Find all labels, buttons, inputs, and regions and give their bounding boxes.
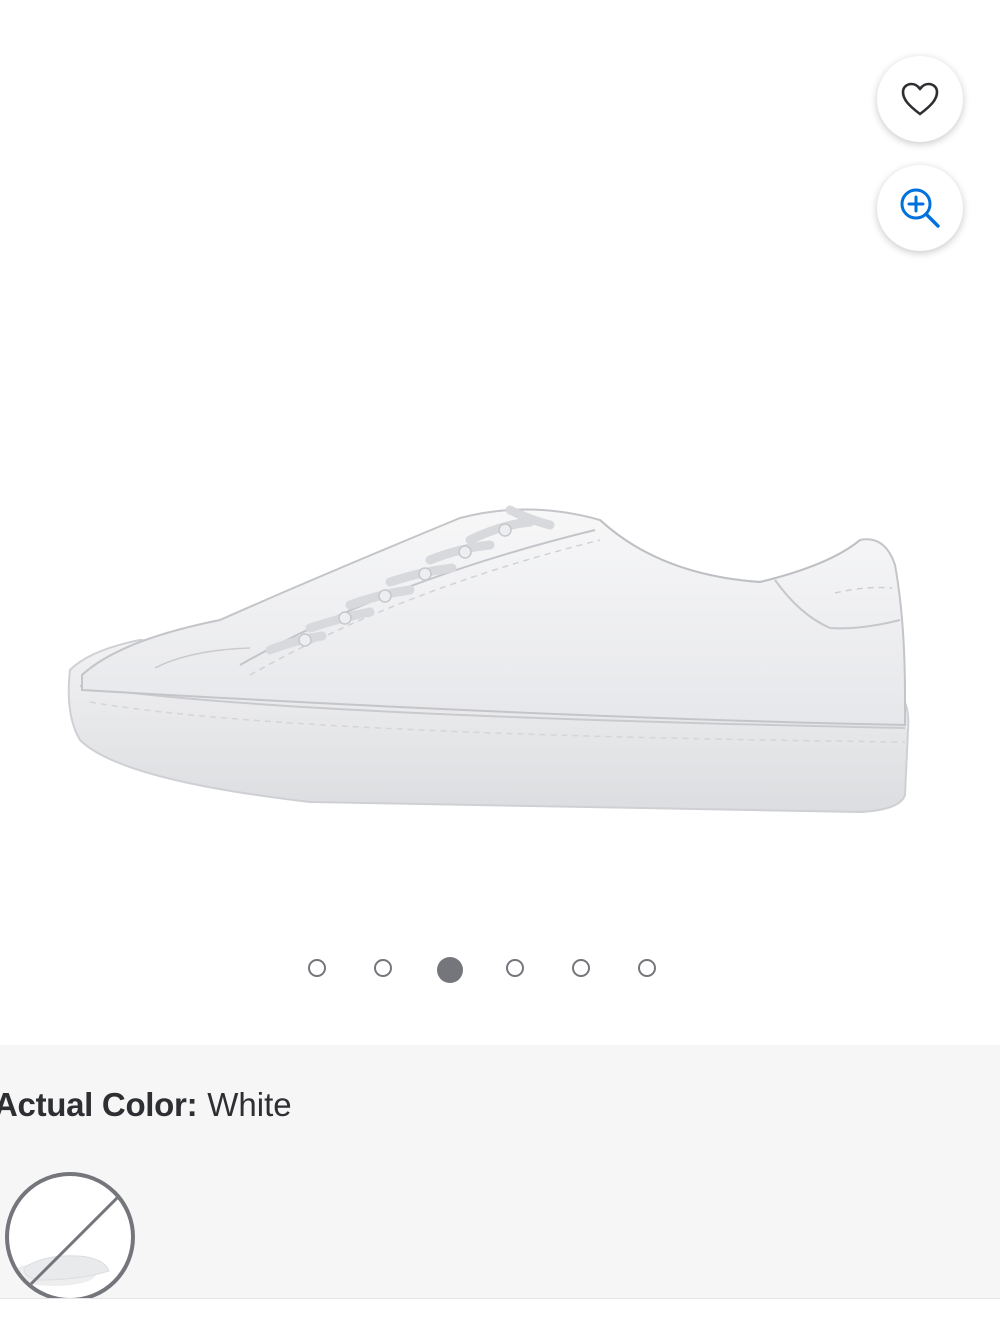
color-swatch-white[interactable] <box>5 1172 135 1302</box>
carousel-dot[interactable] <box>506 959 524 977</box>
carousel-dot[interactable] <box>374 959 392 977</box>
color-label: Actual Color: <box>0 1086 198 1123</box>
product-image-gallery <box>0 0 1000 1045</box>
carousel-dot-active[interactable] <box>437 957 463 983</box>
color-variant-heading: Actual Color: White <box>0 1083 292 1127</box>
product-image[interactable] <box>60 490 920 830</box>
swatch-thumbnail <box>12 1182 131 1288</box>
page-bottom-divider <box>0 1298 1000 1334</box>
carousel-dot[interactable] <box>638 959 656 977</box>
carousel-dot[interactable] <box>572 959 590 977</box>
zoom-in-icon <box>900 188 940 228</box>
zoom-button[interactable] <box>877 165 963 251</box>
carousel-pagination <box>0 957 1000 983</box>
color-value: White <box>207 1086 292 1123</box>
carousel-dot[interactable] <box>308 959 326 977</box>
add-to-favorites-button[interactable] <box>877 56 963 142</box>
heart-icon <box>901 82 939 116</box>
